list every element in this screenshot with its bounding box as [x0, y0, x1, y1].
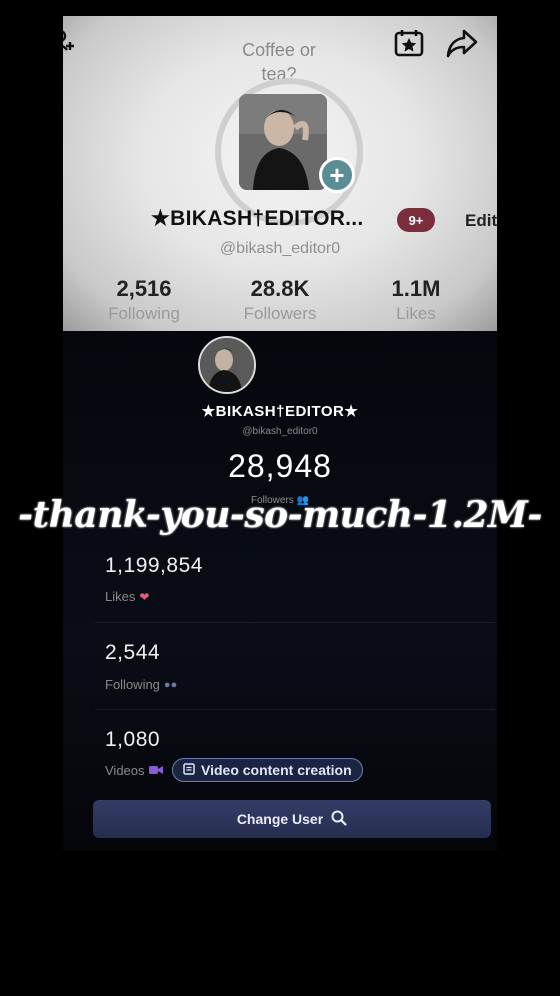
document-icon	[183, 762, 195, 778]
chip-label: Video content creation	[201, 762, 352, 778]
calendar-star-icon[interactable]	[393, 28, 425, 63]
likes-count: 1,199,854	[105, 554, 203, 577]
videos-row-label: Videos	[105, 763, 163, 778]
following-row-label: Following ●●	[105, 677, 177, 692]
followers-count: 28,948	[228, 448, 332, 484]
share-icon[interactable]	[445, 28, 479, 63]
notification-badge[interactable]: 9+	[397, 208, 435, 232]
likes-label: Likes	[105, 589, 136, 604]
stat-label: Following	[108, 304, 180, 323]
analytics-username: @bikash_editor0	[242, 426, 318, 437]
add-icon[interactable]: +	[319, 157, 355, 193]
stat-value: 1.1M	[391, 276, 441, 301]
following-label: Following	[105, 677, 160, 692]
avatar-small[interactable]	[198, 336, 256, 394]
profile-username: @bikash_editor0	[219, 240, 341, 257]
videos-label: Videos	[105, 763, 145, 778]
following-count: 2,544	[105, 641, 161, 664]
likes-row-label: Likes ❤	[105, 589, 149, 604]
stat-value: 28.8K	[250, 276, 310, 301]
edit-profile-button[interactable]: Edit	[465, 211, 497, 231]
stat-followers[interactable]: 28.8K Followers	[225, 276, 335, 324]
people-icon: ●●	[163, 678, 178, 691]
stat-label: Likes	[396, 304, 436, 323]
add-friend-icon[interactable]	[63, 28, 77, 59]
profile-card: Coffee or tea? + ★BIKASH†EDITOR... 9+ Ed…	[63, 16, 497, 331]
stat-following[interactable]: 2,516 Following	[89, 276, 199, 324]
divider	[95, 709, 495, 710]
video-content-creation-chip[interactable]: Video content creation	[172, 758, 363, 782]
heart-icon: ❤	[139, 589, 150, 604]
stat-value: 2,516	[116, 276, 172, 301]
analytics-display-name: ★BIKASH†EDITOR★	[201, 403, 359, 420]
thank-you-caption: -thank-you-so-much-1.2M-	[18, 494, 542, 536]
search-icon	[331, 810, 347, 829]
avatar[interactable]	[239, 94, 327, 190]
profile-display-name: ★BIKASH†EDITOR...	[151, 207, 364, 230]
stat-label: Followers	[243, 304, 317, 323]
change-user-button[interactable]: Change User	[93, 800, 491, 838]
change-user-label: Change User	[236, 811, 324, 827]
video-icon	[148, 763, 163, 778]
divider	[95, 622, 495, 623]
stat-likes[interactable]: 1.1M Likes	[361, 276, 471, 324]
videos-count: 1,080	[105, 728, 161, 751]
